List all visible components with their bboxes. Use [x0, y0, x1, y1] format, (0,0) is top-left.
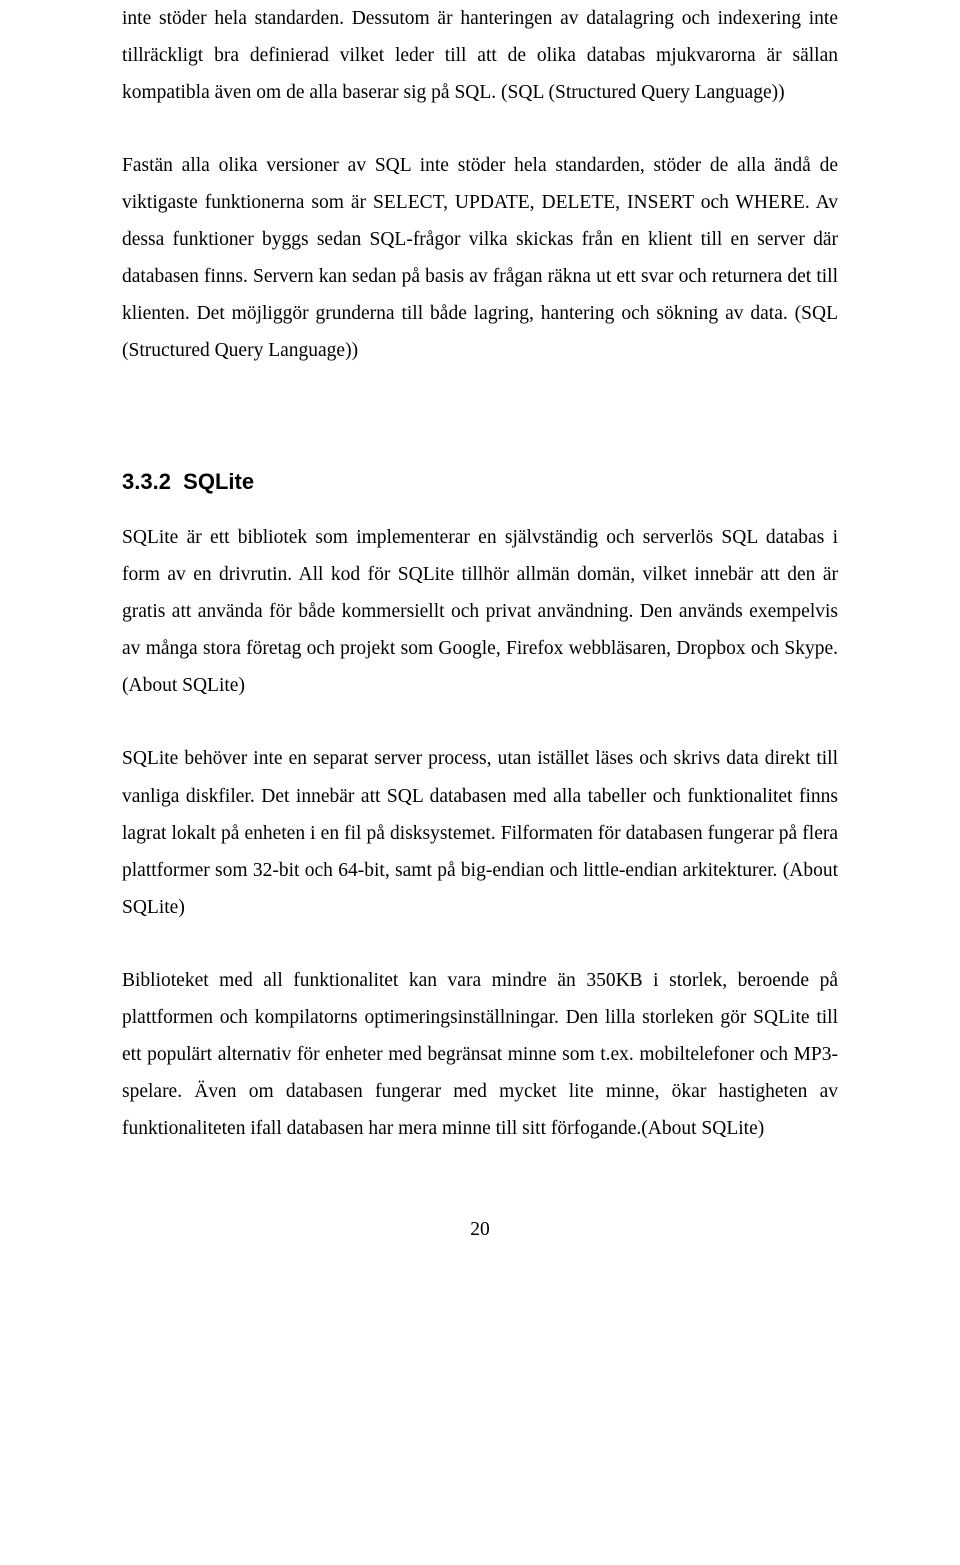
- document-page: inte stöder hela standarden. Dessutom är…: [0, 0, 960, 1565]
- page-number: 20: [122, 1211, 838, 1248]
- body-paragraph: inte stöder hela standarden. Dessutom är…: [122, 0, 838, 111]
- body-paragraph: Biblioteket med all funktionalitet kan v…: [122, 962, 838, 1147]
- body-paragraph: SQLite är ett bibliotek som implementera…: [122, 519, 838, 704]
- section-number: 3.3.2: [122, 469, 171, 494]
- body-paragraph: SQLite behöver inte en separat server pr…: [122, 740, 838, 925]
- section-title: SQLite: [183, 469, 254, 494]
- body-paragraph: Fastän alla olika versioner av SQL inte …: [122, 147, 838, 369]
- section-heading: 3.3.2 SQLite: [122, 461, 838, 503]
